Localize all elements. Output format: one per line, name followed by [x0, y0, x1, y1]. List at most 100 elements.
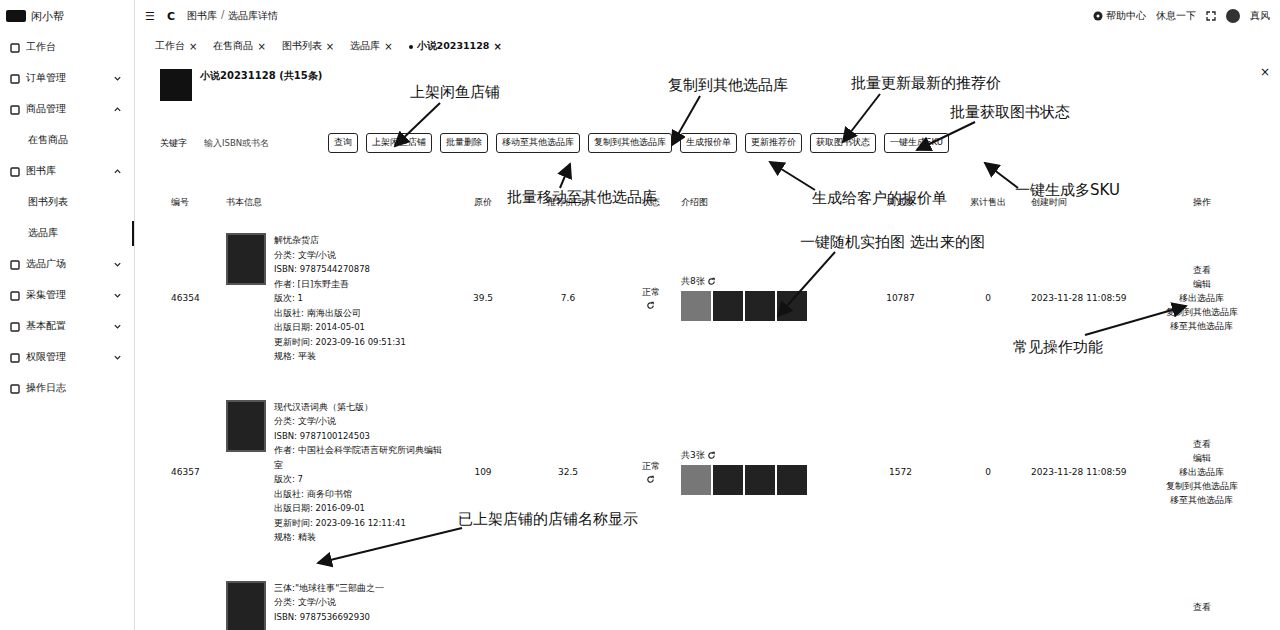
tab-close-button[interactable]: × — [326, 41, 334, 52]
action-button[interactable]: 一键生成SKU — [884, 133, 949, 153]
action-button[interactable]: 生成报价单 — [680, 133, 737, 153]
menu-icon — [10, 384, 20, 394]
column-header[interactable]: 推荐价(元) — [513, 197, 623, 209]
sidebar-item[interactable]: 选品库 — [0, 218, 134, 249]
column-header[interactable]: 创建时间 — [1028, 197, 1133, 209]
refresh-icon[interactable] — [707, 277, 716, 286]
panel: 小说20231128 (共15条) × 关键字 查询上架闲鱼店铺批量删除移动至其… — [135, 55, 1280, 630]
sidebar-item[interactable]: 在售商品 — [0, 125, 134, 156]
rest-link[interactable]: 休息一下 — [1156, 9, 1196, 23]
row-action-link[interactable]: 移出选品库 — [1179, 291, 1224, 305]
sidebar-item[interactable]: 商品管理 — [0, 94, 134, 125]
row-action-link[interactable]: 查看 — [1193, 600, 1211, 614]
column-header[interactable]: 累计售出 — [948, 197, 1028, 209]
column-header[interactable]: 介绍图 — [678, 197, 853, 209]
column-header[interactable]: 操作 — [1133, 197, 1270, 209]
menu-icon — [10, 260, 20, 270]
action-button[interactable]: 复制到其他选品库 — [588, 133, 672, 153]
annotation-label: 上架闲鱼店铺 — [410, 83, 500, 102]
panel-header: 小说20231128 (共15条) × — [160, 65, 1270, 105]
user-name[interactable]: 真风 — [1250, 9, 1270, 23]
action-button[interactable]: 上架闲鱼店铺 — [366, 133, 432, 153]
tab-close-button[interactable]: × — [384, 41, 392, 52]
action-button[interactable]: 移动至其他选品库 — [496, 133, 580, 153]
sidebar-item[interactable]: 图书列表 — [0, 187, 134, 218]
sidebar-item[interactable]: 权限管理 — [0, 342, 134, 373]
refresh-button[interactable]: C — [167, 10, 175, 23]
menu-button[interactable]: ☰ — [145, 10, 155, 23]
annotation-label: 批量移动至其他选品库 — [507, 188, 657, 207]
sidebar-item[interactable]: 图书库 — [0, 156, 134, 187]
breadcrumb-item[interactable]: 选品库详情 — [228, 9, 278, 23]
annotation-arrows — [0, 0, 1280, 630]
row-action-link[interactable]: 复制到其他选品库 — [1166, 305, 1238, 319]
annotation-label: 已上架店铺的店铺名称显示 — [458, 510, 638, 529]
action-button[interactable]: 查询 — [328, 133, 358, 153]
annotation-label: 生成给客户的报价单 — [812, 189, 947, 208]
filter-bar: 关键字 查询上架闲鱼店铺批量删除移动至其他选品库复制到其他选品库生成报价单更新推… — [160, 133, 1270, 153]
thumbnail[interactable] — [713, 291, 743, 321]
thumbnail[interactable] — [745, 465, 775, 495]
menu-icon — [10, 291, 20, 301]
refresh-icon[interactable] — [646, 301, 655, 310]
tab[interactable]: 小说20231128 × — [407, 38, 504, 55]
thumbnail[interactable] — [713, 465, 743, 495]
tab-close-button[interactable]: × — [189, 41, 197, 52]
sidebar-item[interactable]: 操作日志 — [0, 373, 134, 404]
book-cover — [226, 581, 266, 630]
row-action-link[interactable]: 移至其他选品库 — [1170, 493, 1233, 507]
close-button[interactable]: × — [1260, 65, 1270, 79]
help-link[interactable]: 帮助中心 — [1093, 9, 1146, 23]
help-icon — [1093, 11, 1103, 21]
fullscreen-icon[interactable] — [1206, 11, 1216, 21]
book-title: 解忧杂货店 — [274, 233, 406, 248]
chevron-icon — [113, 260, 122, 269]
chevron-icon — [113, 74, 122, 83]
tab[interactable]: 图书列表 × — [280, 38, 336, 55]
sidebar-item[interactable]: 采集管理 — [0, 280, 134, 311]
annotation-arrow — [672, 96, 700, 145]
sidebar-item[interactable]: 工作台 — [0, 32, 134, 63]
tab[interactable]: 工作台 × — [153, 38, 199, 55]
thumbnail[interactable] — [745, 291, 775, 321]
thumbnail[interactable] — [681, 465, 711, 495]
tab[interactable]: 选品库 × — [348, 38, 394, 55]
action-button[interactable]: 批量删除 — [440, 133, 488, 153]
action-button[interactable]: 获取图书状态 — [810, 133, 876, 153]
column-header[interactable]: 书本信息 — [223, 197, 453, 209]
keyword-input[interactable] — [204, 136, 322, 150]
breadcrumb-item[interactable]: 图书库 — [187, 9, 217, 23]
logo: 闲小帮 — [0, 0, 134, 32]
avatar[interactable] — [1226, 9, 1240, 23]
sidebar-item[interactable]: 基本配置 — [0, 311, 134, 342]
table: 编号书本信息原价推荐价(元)状态介绍图浏览数累计售出创建时间操作 46354 解… — [168, 191, 1270, 630]
chevron-icon — [113, 167, 122, 176]
column-header[interactable]: 浏览数 — [853, 197, 948, 209]
sidebar-item[interactable]: 订单管理 — [0, 63, 134, 94]
tab[interactable]: 在售商品 × — [211, 38, 267, 55]
refresh-icon[interactable] — [646, 475, 655, 484]
refresh-icon[interactable] — [707, 451, 716, 460]
action-button[interactable]: 更新推荐价 — [745, 133, 802, 153]
row-action-link[interactable]: 查看 — [1193, 263, 1211, 277]
thumbnail[interactable] — [777, 465, 807, 495]
row-action-link[interactable]: 编辑 — [1193, 277, 1211, 291]
column-header[interactable]: 状态 — [623, 197, 678, 209]
thumbnail[interactable] — [777, 291, 807, 321]
table-row: 三体:"地球往事"三部曲之一 分类: 文学/小说ISBN: 9787536692… — [168, 563, 1270, 630]
thumbnail[interactable] — [681, 291, 711, 321]
chevron-icon — [113, 353, 122, 362]
tab-close-button[interactable]: × — [493, 41, 501, 52]
column-header[interactable]: 原价 — [453, 197, 513, 209]
row-action-link[interactable]: 移至其他选品库 — [1170, 319, 1233, 333]
sidebar-item[interactable]: 选品广场 — [0, 249, 134, 280]
annotation-arrow — [843, 94, 880, 142]
row-action-link[interactable]: 复制到其他选品库 — [1166, 479, 1238, 493]
row-action-link[interactable]: 移出选品库 — [1179, 465, 1224, 479]
row-action-link[interactable]: 查看 — [1193, 437, 1211, 451]
column-header[interactable]: 编号 — [168, 197, 223, 209]
tab-close-button[interactable]: × — [257, 41, 265, 52]
annotation-label: 批量获取图书状态 — [950, 103, 1070, 122]
row-action-link[interactable]: 编辑 — [1193, 451, 1211, 465]
active-dot — [409, 45, 413, 49]
